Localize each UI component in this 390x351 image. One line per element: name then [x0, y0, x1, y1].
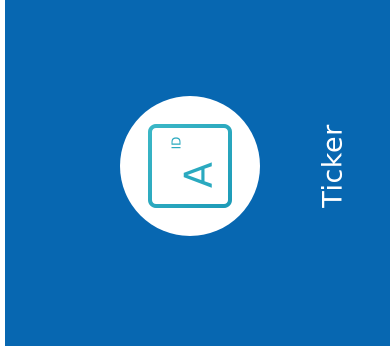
- element-id-icon: ID A: [148, 124, 232, 208]
- icon-caption: ID: [170, 137, 184, 150]
- icon-letter: A: [177, 162, 221, 188]
- tile-label: Ticker: [317, 124, 349, 208]
